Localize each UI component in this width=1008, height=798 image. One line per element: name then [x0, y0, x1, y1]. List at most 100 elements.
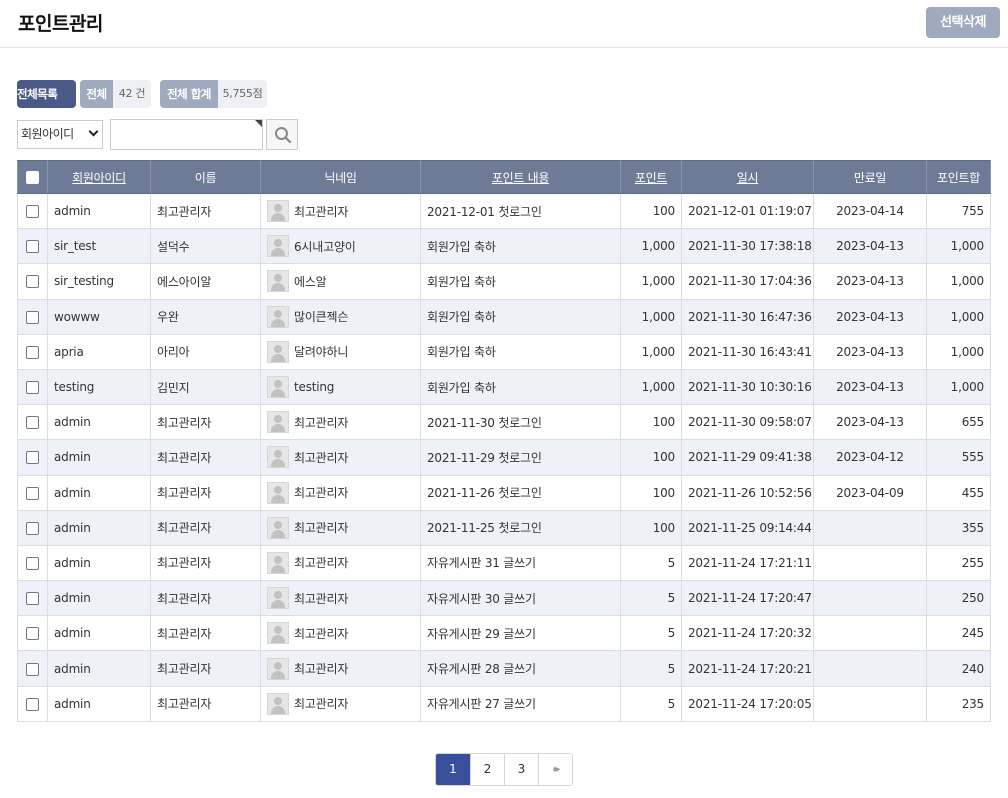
- col-name-label: 이름: [194, 170, 217, 185]
- member-name: 최고관리자: [150, 439, 261, 476]
- member-nick-label: 최고관리자: [294, 626, 349, 641]
- row-checkbox[interactable]: [26, 627, 39, 641]
- member-nick[interactable]: 최고관리자: [267, 481, 414, 504]
- point-expire: 2023-04-13: [813, 228, 927, 265]
- next-page-icon[interactable]: ▸▸: [538, 754, 572, 785]
- member-id[interactable]: admin: [47, 685, 151, 722]
- page-1[interactable]: 1: [436, 754, 470, 785]
- member-nick-cell: testing: [260, 368, 421, 406]
- row-checkbox[interactable]: [26, 416, 39, 430]
- row-checkbox[interactable]: [26, 697, 39, 711]
- point-sum: 555: [926, 439, 991, 476]
- row-checkbox[interactable]: [26, 556, 39, 570]
- point-content: 자유게시판 28 글쓰기: [420, 650, 621, 687]
- row-checkbox[interactable]: [26, 275, 39, 289]
- total-count-label: 전체: [80, 80, 113, 108]
- member-nick[interactable]: 최고관리자: [267, 657, 414, 680]
- member-nick-cell: 최고관리자: [260, 685, 421, 722]
- col-content[interactable]: 포인트 내용: [420, 160, 621, 194]
- member-id[interactable]: admin: [47, 615, 151, 652]
- member-nick[interactable]: 최고관리자: [267, 587, 414, 610]
- row-check-cell: [17, 580, 48, 617]
- member-nick[interactable]: 최고관리자: [267, 411, 414, 434]
- row-checkbox[interactable]: [26, 662, 39, 676]
- member-id[interactable]: admin: [47, 580, 151, 617]
- row-checkbox[interactable]: [26, 592, 39, 606]
- member-nick[interactable]: 에스알: [267, 270, 414, 293]
- member-nick[interactable]: testing: [267, 376, 414, 399]
- col-member-id[interactable]: 회원아이디: [47, 160, 151, 194]
- member-nick[interactable]: 최고관리자: [267, 551, 414, 574]
- point-expire: 2023-04-14: [813, 192, 927, 230]
- row-check-cell: [17, 263, 48, 300]
- member-id[interactable]: admin: [47, 439, 151, 476]
- member-id[interactable]: admin: [47, 474, 151, 511]
- point-content: 회원가입 축하: [420, 333, 621, 370]
- member-nick[interactable]: 최고관리자: [267, 446, 414, 469]
- member-nick[interactable]: 많이큰젝슨: [267, 305, 414, 328]
- avatar-icon: [267, 587, 289, 610]
- delete-selected-button[interactable]: 선택삭제: [926, 7, 1000, 38]
- point-datetime: 2021-11-24 17:20:32: [681, 615, 814, 652]
- point-content: 회원가입 축하: [420, 228, 621, 265]
- member-id[interactable]: apria: [47, 333, 151, 370]
- total-count-value: 42 건: [113, 80, 151, 108]
- all-list-button[interactable]: 전체목록: [17, 80, 76, 108]
- member-nick[interactable]: 최고관리자: [267, 516, 414, 539]
- point-expire: 2023-04-12: [813, 439, 927, 476]
- member-nick-label: 최고관리자: [294, 662, 349, 677]
- col-content-label: 포인트 내용: [491, 170, 550, 185]
- member-name: 최고관리자: [150, 650, 261, 687]
- member-id[interactable]: admin: [47, 544, 151, 582]
- row-check-cell: [17, 544, 48, 582]
- member-nick-cell: 최고관리자: [260, 192, 421, 230]
- member-nick-cell: 6시내고양이: [260, 228, 421, 265]
- member-id[interactable]: wowww: [47, 298, 151, 335]
- search-button[interactable]: [266, 119, 298, 150]
- member-id[interactable]: admin: [47, 509, 151, 546]
- row-checkbox[interactable]: [26, 345, 39, 359]
- row-checkbox[interactable]: [26, 205, 39, 219]
- member-name: 최고관리자: [150, 192, 261, 230]
- chevron-down-icon: [88, 126, 99, 137]
- col-point-sum: 포인트합: [926, 160, 991, 194]
- member-id[interactable]: sir_test: [47, 228, 151, 265]
- member-nick[interactable]: 최고관리자: [267, 622, 414, 645]
- avatar-icon: [267, 657, 289, 680]
- point-value: 1,000: [620, 298, 682, 335]
- member-id[interactable]: testing: [47, 368, 151, 406]
- row-checkbox[interactable]: [26, 381, 39, 395]
- member-id[interactable]: admin: [47, 650, 151, 687]
- avatar-icon: [267, 516, 289, 539]
- search-input[interactable]: [110, 119, 263, 150]
- page-3[interactable]: 3: [504, 754, 538, 785]
- member-id[interactable]: admin: [47, 404, 151, 441]
- member-id[interactable]: admin: [47, 192, 151, 230]
- row-checkbox[interactable]: [26, 240, 39, 254]
- select-all-checkbox[interactable]: [26, 171, 39, 184]
- page-2[interactable]: 2: [470, 754, 504, 785]
- col-datetime-label: 일시: [736, 170, 759, 185]
- member-nick-cell: 최고관리자: [260, 544, 421, 582]
- avatar-icon: [267, 235, 289, 258]
- row-checkbox[interactable]: [26, 451, 39, 465]
- member-nick[interactable]: 최고관리자: [267, 692, 414, 715]
- row-checkbox[interactable]: [26, 521, 39, 535]
- row-check-cell: [17, 298, 48, 335]
- member-nick[interactable]: 6시내고양이: [267, 235, 414, 258]
- member-nick[interactable]: 달려야하니: [267, 340, 414, 363]
- point-sum: 1,000: [926, 298, 991, 335]
- row-checkbox[interactable]: [26, 310, 39, 324]
- col-datetime[interactable]: 일시: [681, 160, 814, 194]
- member-nick[interactable]: 최고관리자: [267, 200, 414, 223]
- point-value: 100: [620, 474, 682, 511]
- table-row: admin 최고관리자 최고관리자 자유게시판 30 글쓰기 5 2021-11-24 1…: [17, 580, 991, 617]
- member-id[interactable]: sir_testing: [47, 263, 151, 300]
- point-value: 5: [620, 615, 682, 652]
- search-field-select[interactable]: 회원아이디: [17, 120, 103, 149]
- col-point[interactable]: 포인트: [620, 160, 682, 194]
- member-nick-label: 많이큰젝슨: [294, 310, 349, 325]
- member-nick-label: 최고관리자: [294, 486, 349, 501]
- row-checkbox[interactable]: [26, 486, 39, 500]
- point-value: 5: [620, 544, 682, 582]
